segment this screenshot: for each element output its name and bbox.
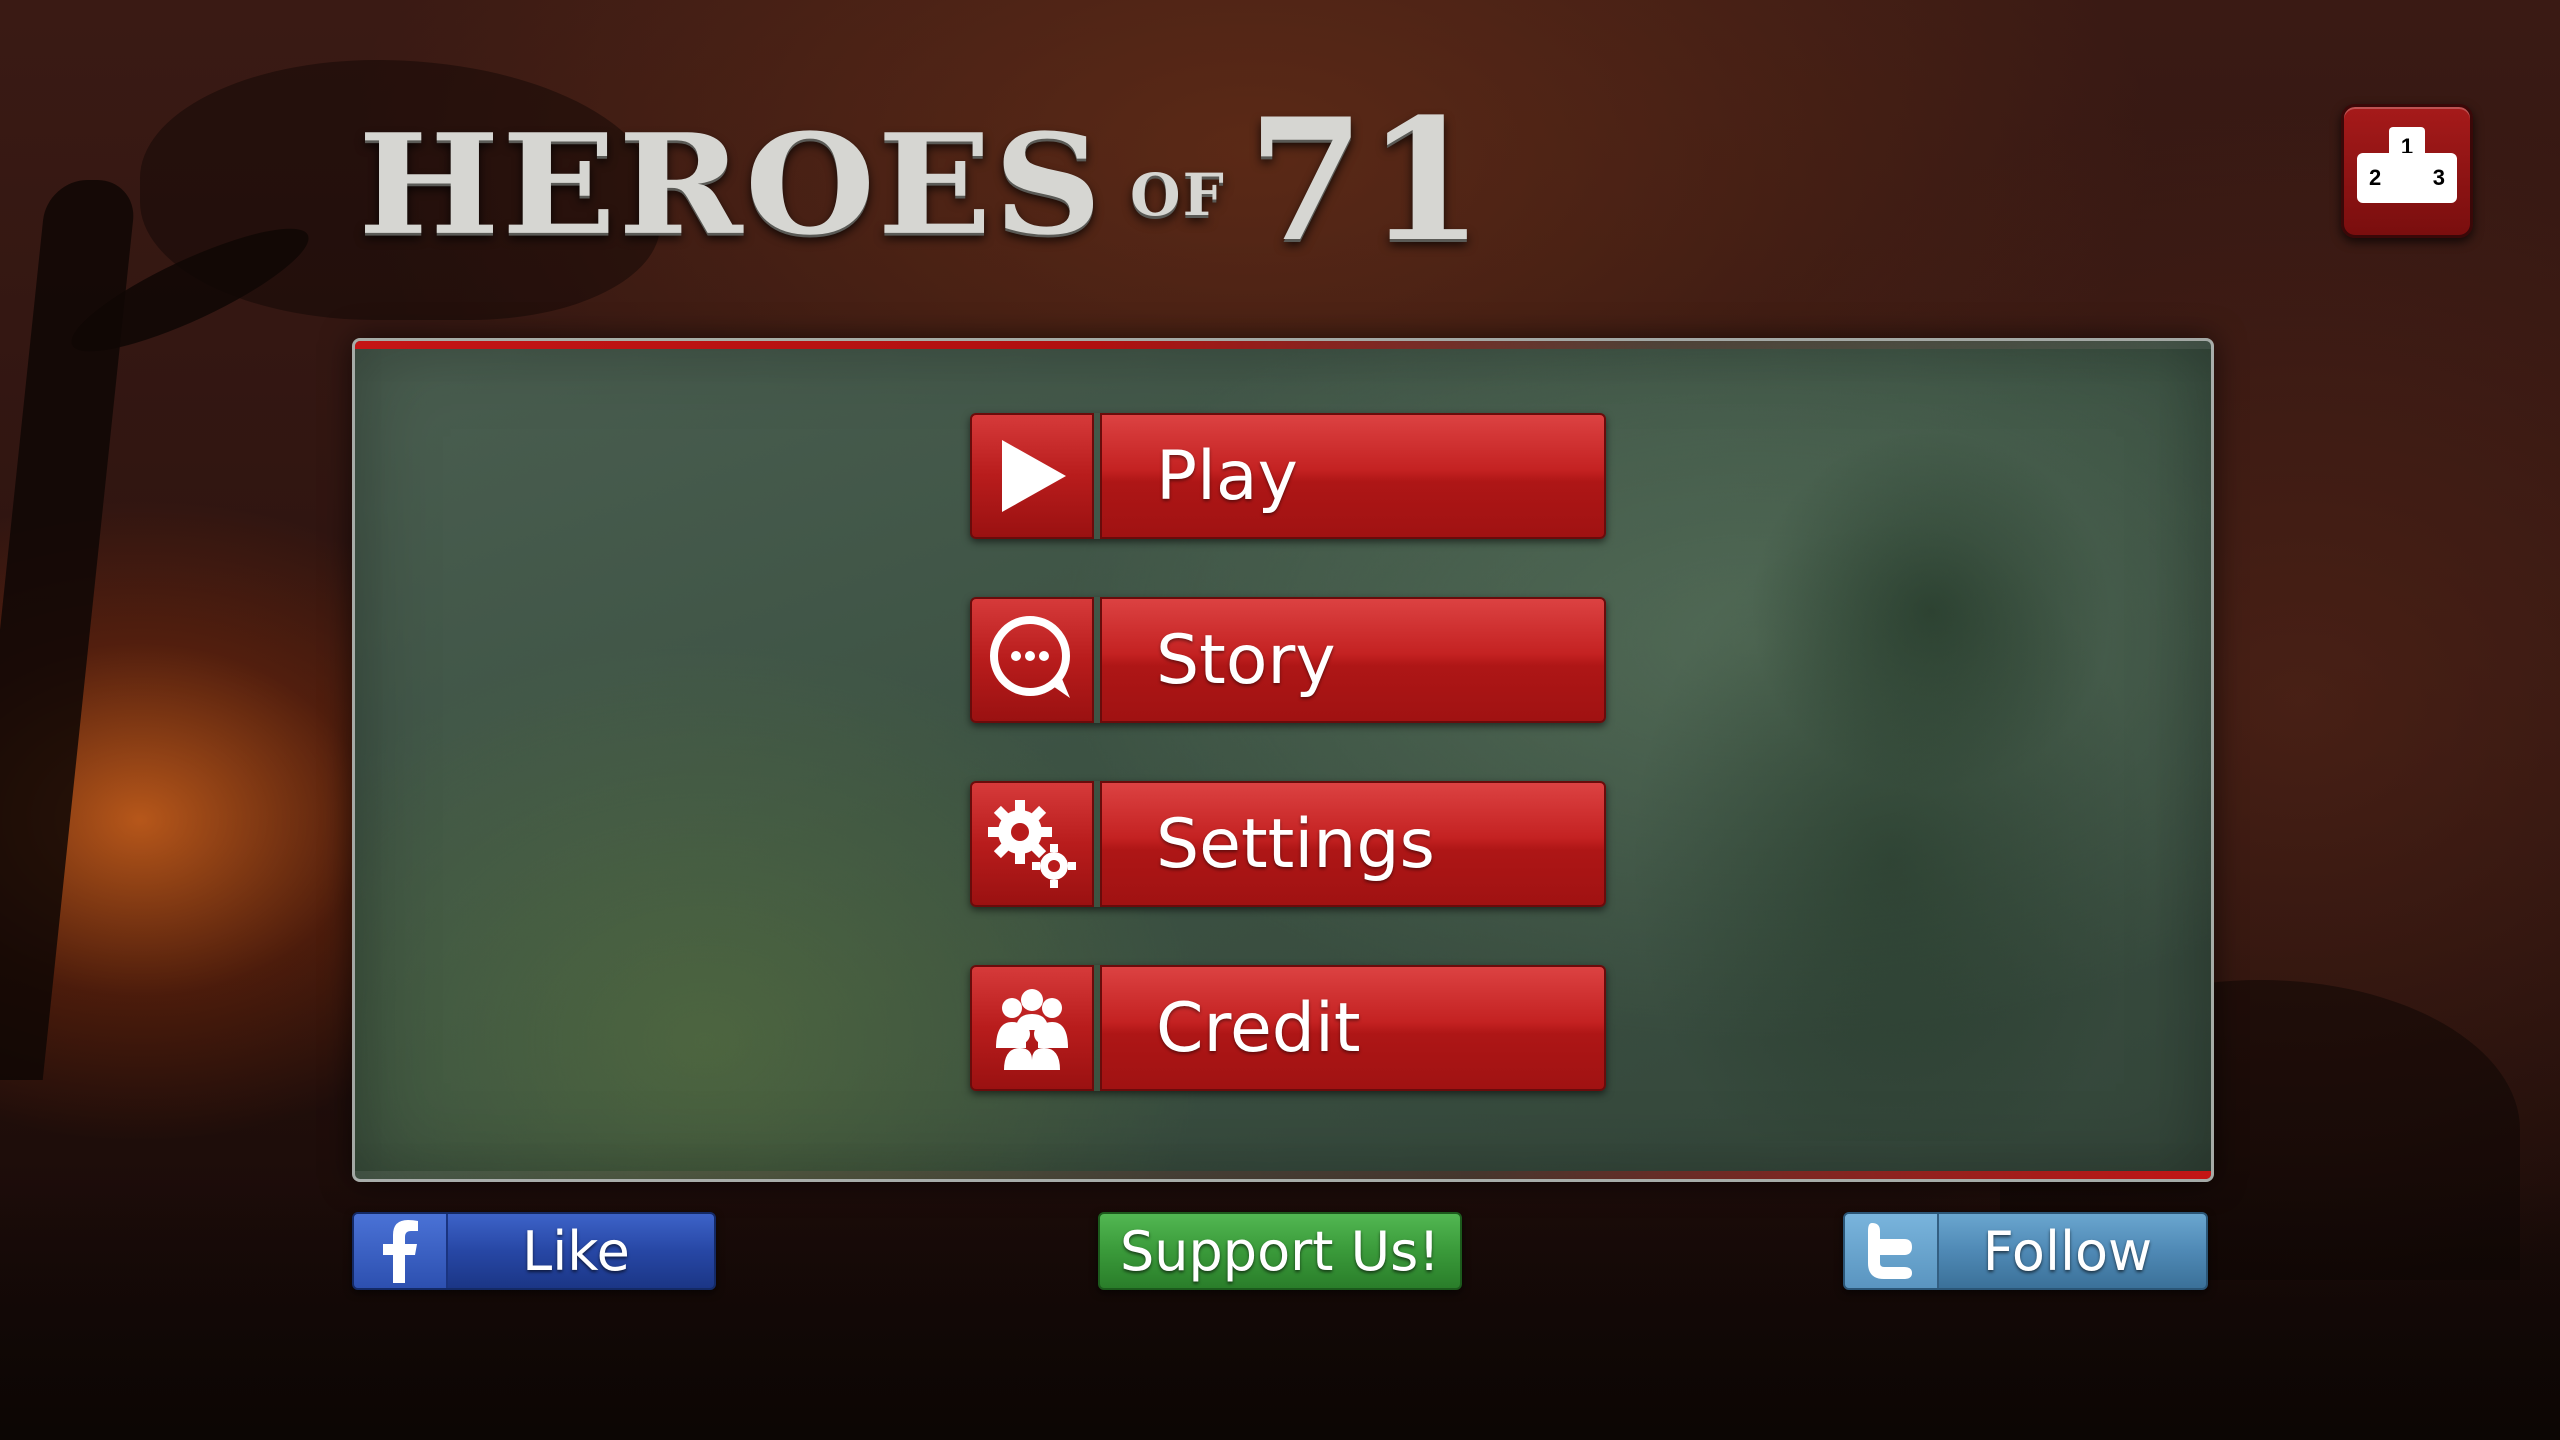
people-group-icon bbox=[996, 989, 1068, 1070]
play-label: Play bbox=[1100, 413, 1606, 539]
story-icon-box bbox=[970, 597, 1094, 723]
game-logo: HEROES OF 71 bbox=[358, 81, 1486, 279]
settings-label: Settings bbox=[1100, 781, 1606, 907]
settings-icon-box bbox=[970, 781, 1094, 907]
story-button[interactable]: Story bbox=[970, 597, 1606, 723]
facebook-like-button[interactable]: Like bbox=[352, 1212, 716, 1290]
play-button[interactable]: Play bbox=[970, 413, 1606, 539]
main-menu-screen: HEROES OF 71 1 2 3 Play Story Settings C… bbox=[0, 0, 2560, 1440]
podium-third-place: 3 bbox=[2432, 165, 2445, 190]
credit-label: Credit bbox=[1100, 965, 1606, 1091]
twitter-follow-button[interactable]: Follow bbox=[1843, 1212, 2208, 1290]
logo-title-number: 71 bbox=[1247, 81, 1486, 279]
follow-label: Follow bbox=[1982, 1219, 2153, 1283]
podium-base: 2 3 bbox=[2357, 153, 2457, 203]
twitter-icon bbox=[1845, 1214, 1939, 1288]
main-menu-panel: Play Story Settings Credit bbox=[352, 338, 2214, 1182]
support-us-button[interactable]: Support Us! bbox=[1098, 1212, 1462, 1290]
credit-button[interactable]: Credit bbox=[970, 965, 1606, 1091]
play-icon bbox=[1002, 440, 1066, 512]
settings-button[interactable]: Settings bbox=[970, 781, 1606, 907]
story-label: Story bbox=[1100, 597, 1606, 723]
facebook-icon bbox=[354, 1214, 448, 1288]
panel-top-accent bbox=[355, 341, 2211, 349]
logo-title-of: OF bbox=[1130, 161, 1226, 229]
support-label: Support Us! bbox=[1120, 1219, 1440, 1283]
like-label: Like bbox=[522, 1219, 630, 1283]
podium-second-place: 2 bbox=[2369, 165, 2382, 190]
leaderboard-button[interactable]: 1 2 3 bbox=[2341, 104, 2473, 238]
gears-icon bbox=[988, 800, 1076, 888]
panel-soldier-artwork bbox=[1511, 381, 2171, 1141]
logo-title-heroes: HEROES bbox=[358, 104, 1105, 266]
chat-bubble-icon bbox=[990, 616, 1070, 698]
credit-icon-box bbox=[970, 965, 1094, 1091]
panel-bottom-accent bbox=[355, 1171, 2211, 1179]
play-icon-box bbox=[970, 413, 1094, 539]
